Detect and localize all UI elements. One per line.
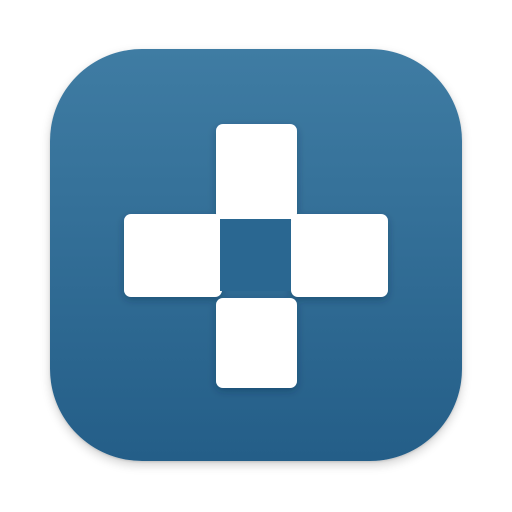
cross-top-arm [216,124,297,220]
cross-left-arm [124,214,222,297]
cross-icon [50,49,462,461]
cross-right-arm [291,214,388,297]
cross-bottom-arm [216,298,297,388]
canvas [0,0,512,512]
cross-center-square [220,219,291,291]
cross-app-icon[interactable] [50,49,462,461]
